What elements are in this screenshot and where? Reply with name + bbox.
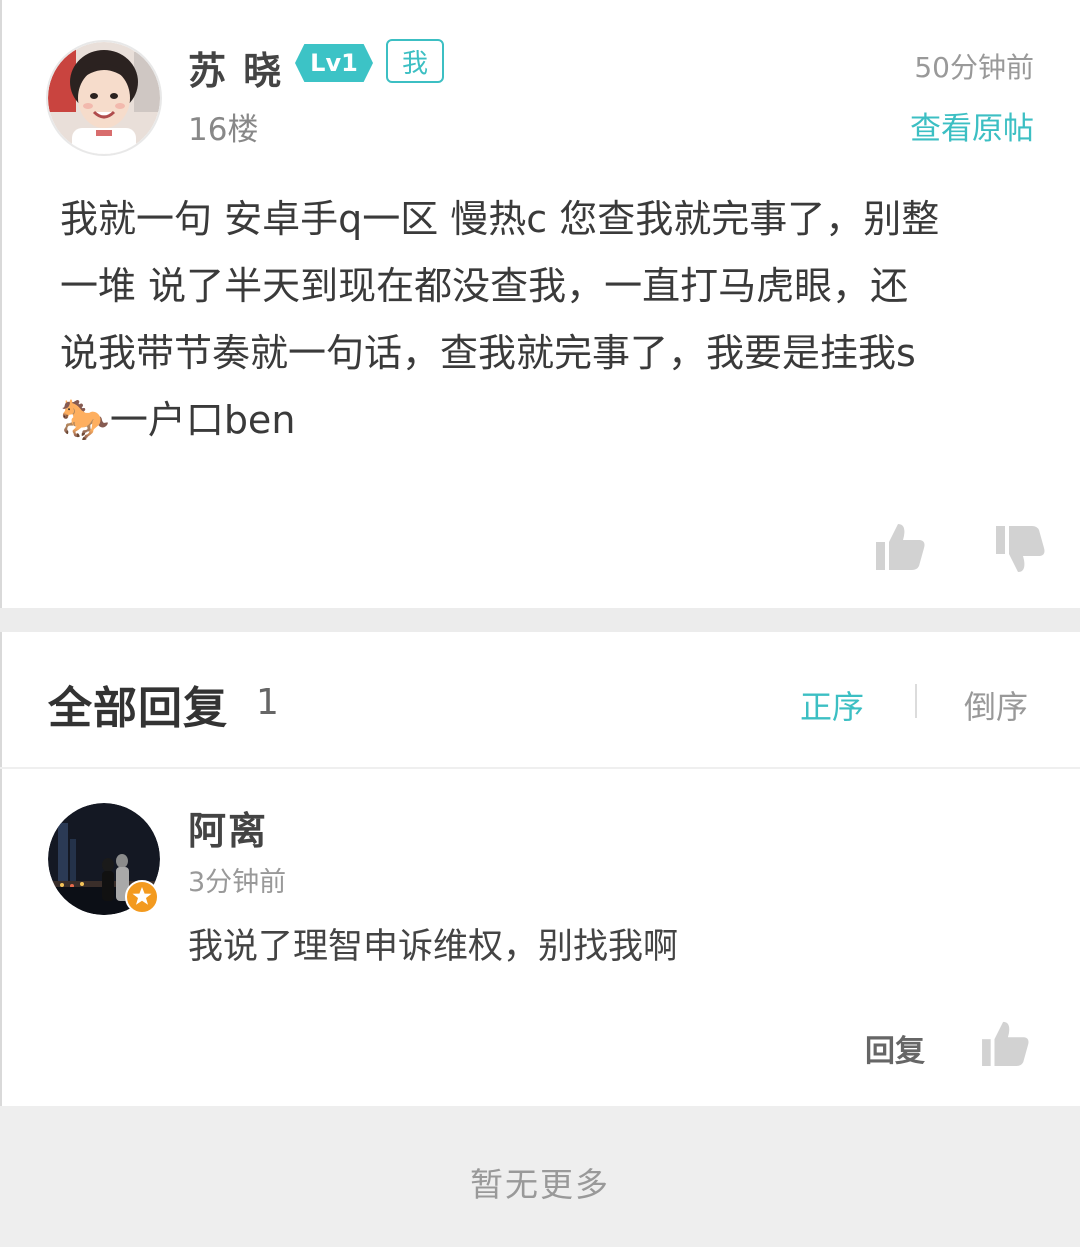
thumbs-up-icon[interactable] — [876, 522, 926, 574]
replies-title: 全部回复 — [48, 683, 228, 734]
sort-ascending-tab[interactable]: 正序 — [800, 682, 864, 728]
reply-time: 3分钟前 — [188, 867, 287, 898]
author-name[interactable]: 苏 晓 — [188, 40, 283, 95]
post-content-line: 说我带节奏就一句话，查我就完事了，我要是挂我s — [60, 331, 916, 375]
post-content-line: 一堆 说了半天到现在都没查我，一直打马虎眼，还 — [60, 264, 909, 308]
section-divider — [0, 608, 1080, 632]
post-content-text: 一户口ben — [109, 398, 296, 442]
post-content-line: 🐎一户口ben — [60, 387, 1040, 454]
floor-number: 16楼 — [188, 112, 259, 148]
sort-descending-tab[interactable]: 倒序 — [964, 682, 1028, 728]
thumbs-down-icon[interactable] — [996, 526, 1046, 578]
star-badge-icon — [125, 880, 159, 914]
no-more-label: 暂无更多 — [470, 1165, 610, 1204]
sort-divider — [915, 684, 917, 718]
author-avatar[interactable] — [46, 40, 162, 156]
reply-text: 我说了理智申诉维权，别找我啊 — [188, 927, 679, 967]
horse-emoji: 🐎 — [60, 397, 110, 443]
thumbs-up-icon[interactable] — [982, 1020, 1030, 1070]
replies-count: 1 — [256, 682, 279, 723]
post-content: 我就一句 安卓手q一区 慢热c 您查我就完事了，别整 一堆 说了半天到现在都没查… — [60, 186, 1040, 454]
me-badge: 我 — [386, 39, 444, 83]
view-original-link[interactable]: 查看原帖 — [910, 103, 1034, 148]
header-divider — [0, 767, 1080, 769]
post-content-line: 我就一句 安卓手q一区 慢热c 您查我就完事了，别整 — [60, 197, 940, 241]
reply-button[interactable]: 回复 — [865, 1026, 925, 1070]
post-time: 50分钟前 — [914, 51, 1034, 84]
reply-author-name[interactable]: 阿离 — [188, 800, 268, 855]
level-badge: Lv1 — [295, 44, 373, 82]
